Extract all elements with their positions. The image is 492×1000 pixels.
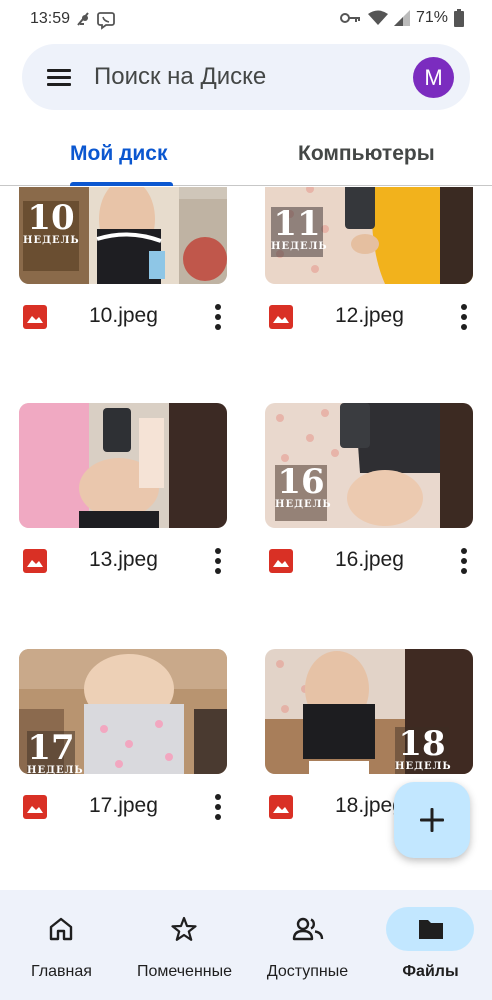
file-name: 12.jpeg: [335, 304, 404, 327]
file-info-row[interactable]: 16.jpeg: [265, 541, 473, 581]
file-name: 17.jpeg: [89, 794, 158, 817]
status-bar: 13:59 71%: [0, 0, 492, 40]
search-input[interactable]: Поиск на Диске: [94, 63, 266, 91]
search-bar[interactable]: Поиск на Диске M: [22, 44, 470, 110]
nav-label: Файлы: [402, 963, 459, 980]
nav-label: Доступные: [266, 963, 349, 980]
people-icon: [292, 917, 324, 941]
folder-icon: [419, 920, 443, 939]
image-file-icon: [269, 305, 293, 329]
battery-percent: 71%: [415, 9, 448, 26]
photo-thumbnail-image: [19, 403, 227, 528]
file-thumbnail[interactable]: 10 НЕДЕЛЬ: [19, 187, 227, 284]
file-info-row[interactable]: 10.jpeg: [19, 297, 227, 337]
star-icon: [171, 916, 197, 941]
more-vert-icon[interactable]: [213, 547, 223, 575]
battery-icon: [454, 9, 464, 27]
active-tab-indicator: [70, 182, 173, 186]
image-file-icon: [23, 795, 47, 819]
image-file-icon: [269, 549, 293, 573]
wifi-icon: [367, 10, 388, 25]
tab-my-drive[interactable]: Мой диск: [70, 142, 168, 166]
nav-item-shared[interactable]: Доступные: [246, 890, 369, 1000]
more-vert-icon[interactable]: [459, 547, 469, 575]
file-info-row[interactable]: 13.jpeg: [19, 541, 227, 581]
more-vert-icon[interactable]: [459, 303, 469, 331]
file-name: 16.jpeg: [335, 548, 404, 571]
image-file-icon: [269, 795, 293, 819]
home-icon: [49, 917, 73, 941]
file-thumbnail[interactable]: [19, 403, 227, 528]
avatar[interactable]: M: [413, 57, 454, 98]
week-label-overlay: 11 НЕДЕЛЬ: [271, 207, 327, 257]
viber-icon: [97, 12, 115, 30]
bottom-navigation: Главная Помеченные Доступные Файлы: [0, 890, 492, 1000]
image-file-icon: [23, 549, 47, 573]
file-info-row[interactable]: 17.jpeg: [19, 787, 227, 827]
nav-item-home[interactable]: Главная: [0, 890, 123, 1000]
tab-computers[interactable]: Компьютеры: [298, 142, 435, 166]
more-vert-icon[interactable]: [213, 303, 223, 331]
image-file-icon: [23, 305, 47, 329]
nav-item-starred[interactable]: Помеченные: [123, 890, 246, 1000]
week-label-overlay: 10 НЕДЕЛЬ: [23, 201, 79, 271]
signal-icon: [393, 10, 410, 26]
file-name: 10.jpeg: [89, 304, 158, 327]
file-thumbnail[interactable]: 17 НЕДЕЛЬ: [19, 649, 227, 774]
file-name: 13.jpeg: [89, 548, 158, 571]
new-button[interactable]: [394, 782, 470, 858]
nav-label: Помеченные: [136, 963, 233, 980]
week-label-overlay: 18 НЕДЕЛЬ: [395, 724, 452, 774]
file-info-row[interactable]: 12.jpeg: [265, 297, 473, 337]
file-thumbnail[interactable]: 16 НЕДЕЛЬ: [265, 403, 473, 528]
plus-icon: [420, 808, 444, 832]
nav-item-files[interactable]: Файлы: [369, 890, 492, 1000]
key-icon: [339, 13, 360, 23]
notification-icon: [77, 12, 89, 26]
status-time: 13:59: [30, 10, 71, 27]
nav-label: Главная: [31, 963, 92, 980]
menu-icon[interactable]: [44, 62, 74, 92]
tab-bar: Мой диск Компьютеры: [0, 128, 492, 186]
week-label-overlay: 17 НЕДЕЛЬ: [27, 728, 84, 774]
file-thumbnail[interactable]: 18 НЕДЕЛЬ: [265, 649, 473, 774]
week-label-overlay: 16 НЕДЕЛЬ: [275, 465, 331, 521]
file-thumbnail[interactable]: 11 НЕДЕЛЬ: [265, 187, 473, 284]
more-vert-icon[interactable]: [213, 793, 223, 821]
